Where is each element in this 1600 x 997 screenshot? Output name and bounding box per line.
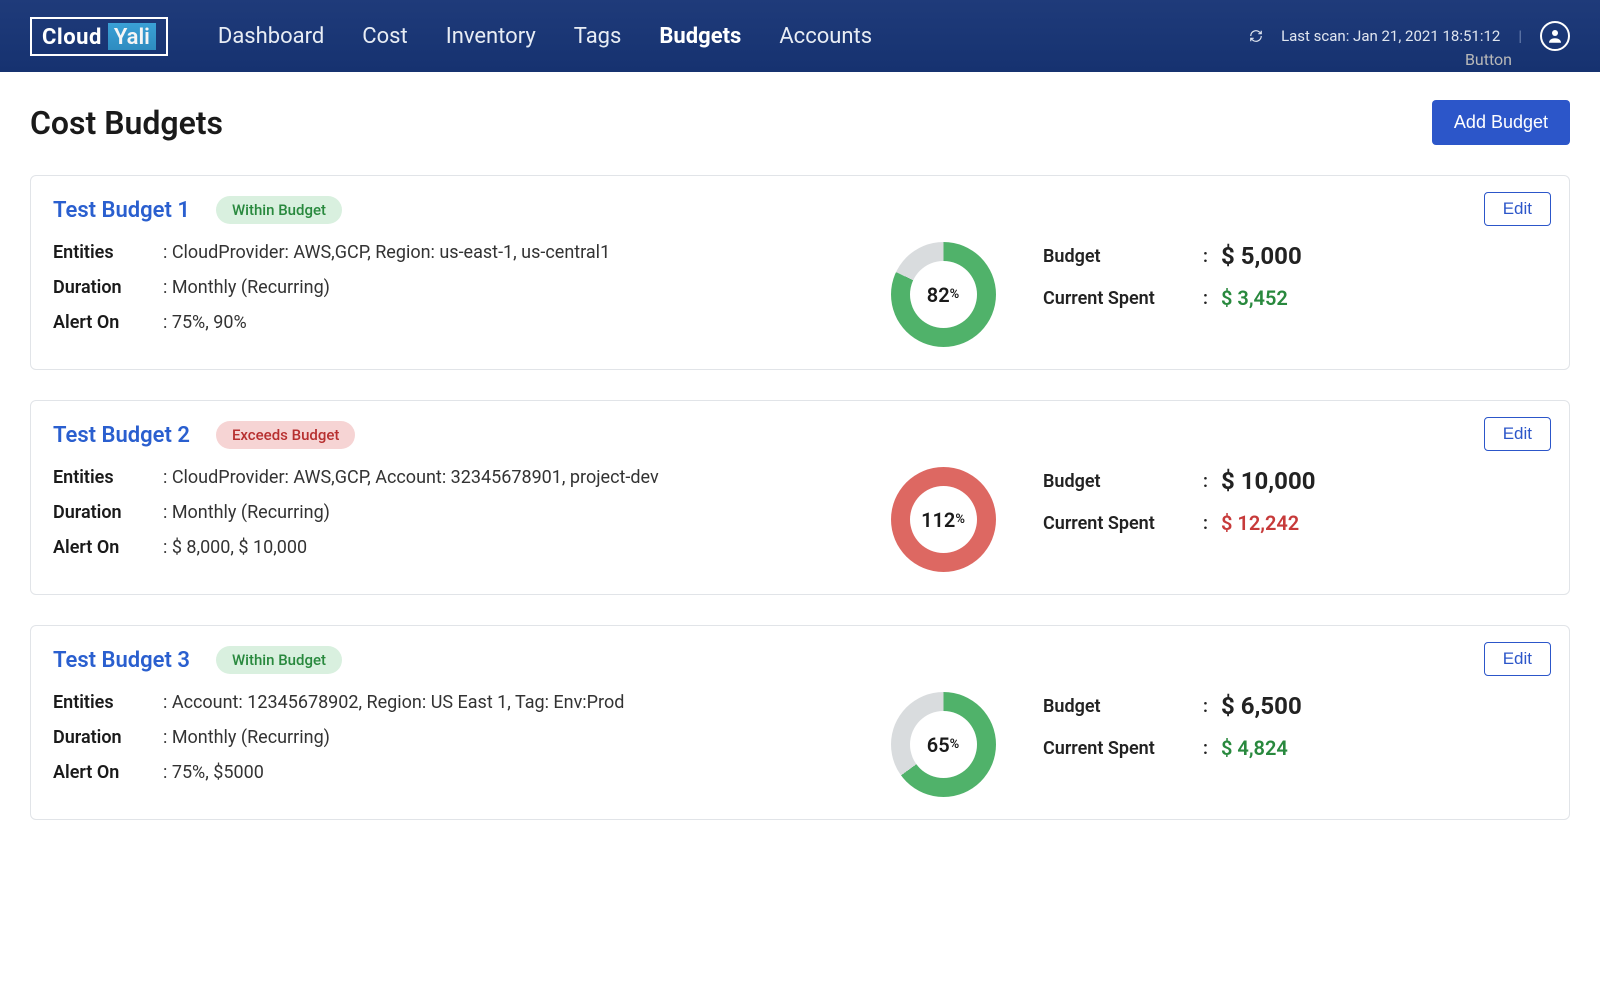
- donut-percent: 82%: [910, 261, 977, 328]
- entities-label: Entities: [53, 242, 163, 263]
- nav-divider: |: [1518, 27, 1522, 45]
- current-spent-value: $ 4,824: [1221, 736, 1288, 760]
- page-body: Button Cost Budgets Add Budget Edit Test…: [0, 72, 1600, 878]
- refresh-icon[interactable]: [1249, 29, 1263, 43]
- card-head: Test Budget 1 Within Budget: [53, 196, 1547, 224]
- duration-value: : Monthly (Recurring): [163, 277, 330, 298]
- duration-label: Duration: [53, 727, 163, 748]
- budget-details: Entities : CloudProvider: AWS,GCP, Accou…: [53, 467, 843, 572]
- budget-name-link[interactable]: Test Budget 1: [53, 198, 190, 223]
- budget-name-link[interactable]: Test Budget 2: [53, 423, 190, 448]
- card-head: Test Budget 3 Within Budget: [53, 646, 1547, 674]
- brand-logo[interactable]: Cloud Yali: [30, 17, 168, 56]
- status-badge: Within Budget: [216, 196, 342, 224]
- budget-card: Edit Test Budget 2 Exceeds Budget Entiti…: [30, 400, 1570, 595]
- edit-button[interactable]: Edit: [1484, 192, 1551, 226]
- nav-right: Last scan: Jan 21, 2021 18:51:12 |: [1249, 21, 1570, 51]
- current-spent-value: $ 12,242: [1221, 511, 1299, 535]
- nav-items: Dashboard Cost Inventory Tags Budgets Ac…: [218, 24, 1249, 49]
- entities-label: Entities: [53, 467, 163, 488]
- donut-percent: 112%: [910, 486, 977, 553]
- current-spent-label: Current Spent: [1043, 738, 1203, 759]
- duration-label: Duration: [53, 277, 163, 298]
- entities-value: : CloudProvider: AWS,GCP, Region: us-eas…: [163, 242, 610, 263]
- card-body: Entities : CloudProvider: AWS,GCP, Regio…: [53, 242, 1547, 347]
- page-title: Cost Budgets: [30, 104, 223, 142]
- brand-yali: Yali: [114, 25, 150, 50]
- budget-amount-label: Budget: [1043, 696, 1203, 717]
- nav-dashboard[interactable]: Dashboard: [218, 24, 324, 49]
- budget-details: Entities : CloudProvider: AWS,GCP, Regio…: [53, 242, 843, 347]
- budget-figures: Budget : $ 6,500 Current Spent : $ 4,824: [1043, 692, 1547, 776]
- card-head: Test Budget 2 Exceeds Budget: [53, 421, 1547, 449]
- nav-accounts[interactable]: Accounts: [779, 24, 872, 49]
- current-spent-label: Current Spent: [1043, 513, 1203, 534]
- add-budget-button[interactable]: Add Budget: [1432, 100, 1570, 145]
- donut-ring: 112%: [891, 467, 996, 572]
- stray-button-text: Button: [1465, 50, 1512, 69]
- budget-amount-value: $ 6,500: [1221, 692, 1302, 720]
- alert-on-value: : 75%, 90%: [163, 312, 247, 333]
- duration-value: : Monthly (Recurring): [163, 727, 330, 748]
- budget-card: Edit Test Budget 3 Within Budget Entitie…: [30, 625, 1570, 820]
- budget-list: Edit Test Budget 1 Within Budget Entitie…: [30, 175, 1570, 820]
- budget-name-link[interactable]: Test Budget 3: [53, 648, 190, 673]
- last-scan-text: Last scan: Jan 21, 2021 18:51:12: [1281, 27, 1500, 45]
- donut-chart: 65%: [843, 692, 1043, 797]
- donut-chart: 82%: [843, 242, 1043, 347]
- entities-value: : CloudProvider: AWS,GCP, Account: 32345…: [163, 467, 659, 488]
- status-badge: Exceeds Budget: [216, 421, 355, 449]
- edit-button[interactable]: Edit: [1484, 417, 1551, 451]
- user-icon: [1546, 27, 1564, 45]
- card-body: Entities : Account: 12345678902, Region:…: [53, 692, 1547, 797]
- nav-tags[interactable]: Tags: [574, 24, 622, 49]
- top-navbar: Cloud Yali Dashboard Cost Inventory Tags…: [0, 0, 1600, 72]
- page-header: Cost Budgets Add Budget: [30, 100, 1570, 145]
- entities-value: : Account: 12345678902, Region: US East …: [163, 692, 624, 713]
- edit-button[interactable]: Edit: [1484, 642, 1551, 676]
- budget-details: Entities : Account: 12345678902, Region:…: [53, 692, 843, 797]
- alert-on-label: Alert On: [53, 312, 163, 333]
- nav-cost[interactable]: Cost: [362, 24, 407, 49]
- current-spent-value: $ 3,452: [1221, 286, 1288, 310]
- donut-percent: 65%: [910, 711, 977, 778]
- budget-figures: Budget : $ 5,000 Current Spent : $ 3,452: [1043, 242, 1547, 326]
- alert-on-label: Alert On: [53, 537, 163, 558]
- entities-label: Entities: [53, 692, 163, 713]
- brand-cloud: Cloud: [42, 25, 102, 50]
- nav-inventory[interactable]: Inventory: [446, 24, 536, 49]
- budget-card: Edit Test Budget 1 Within Budget Entitie…: [30, 175, 1570, 370]
- alert-on-label: Alert On: [53, 762, 163, 783]
- brand-yali-wrap: Yali: [108, 23, 156, 50]
- donut-chart: 112%: [843, 467, 1043, 572]
- budget-amount-value: $ 10,000: [1221, 467, 1316, 495]
- alert-on-value: : $ 8,000, $ 10,000: [163, 537, 307, 558]
- donut-ring: 65%: [891, 692, 996, 797]
- donut-ring: 82%: [891, 242, 996, 347]
- budget-amount-label: Budget: [1043, 471, 1203, 492]
- alert-on-value: : 75%, $5000: [163, 762, 264, 783]
- nav-budgets[interactable]: Budgets: [659, 24, 741, 49]
- user-avatar[interactable]: [1540, 21, 1570, 51]
- current-spent-label: Current Spent: [1043, 288, 1203, 309]
- budget-amount-label: Budget: [1043, 246, 1203, 267]
- status-badge: Within Budget: [216, 646, 342, 674]
- duration-label: Duration: [53, 502, 163, 523]
- budget-amount-value: $ 5,000: [1221, 242, 1302, 270]
- duration-value: : Monthly (Recurring): [163, 502, 330, 523]
- card-body: Entities : CloudProvider: AWS,GCP, Accou…: [53, 467, 1547, 572]
- budget-figures: Budget : $ 10,000 Current Spent : $ 12,2…: [1043, 467, 1547, 551]
